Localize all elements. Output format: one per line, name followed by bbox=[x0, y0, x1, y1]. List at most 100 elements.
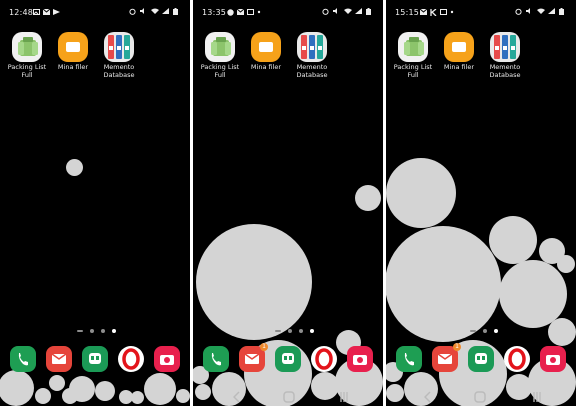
bubble[interactable] bbox=[131, 391, 144, 404]
hangouts-app-icon[interactable] bbox=[82, 346, 108, 372]
mail-icon bbox=[420, 9, 427, 15]
folder-icon bbox=[444, 32, 474, 62]
phone-app-icon[interactable] bbox=[10, 346, 36, 372]
camera-app-icon[interactable] bbox=[347, 346, 373, 372]
dock bbox=[0, 346, 190, 372]
bubble[interactable] bbox=[144, 373, 176, 405]
memento-database-icon bbox=[297, 32, 327, 62]
status-time: 15:15 bbox=[395, 8, 420, 17]
bubble[interactable] bbox=[196, 224, 312, 340]
phone-app-icon[interactable] bbox=[203, 346, 229, 372]
home-icon[interactable] bbox=[474, 388, 486, 406]
bubble[interactable] bbox=[355, 185, 381, 211]
app-packing-list[interactable]: Packing List Full bbox=[5, 32, 49, 79]
bubble[interactable] bbox=[95, 381, 115, 401]
app-label: Memento Database bbox=[103, 63, 135, 79]
mail-icon bbox=[43, 9, 50, 15]
memento-database-icon bbox=[490, 32, 520, 62]
app-mina-filer[interactable]: Mina filer bbox=[244, 32, 288, 72]
wifi-icon bbox=[537, 8, 545, 14]
battery-icon bbox=[366, 8, 373, 15]
alarm-icon bbox=[322, 8, 329, 15]
app-memento-database[interactable]: Memento Database bbox=[97, 32, 141, 79]
hangouts-app-icon[interactable] bbox=[468, 346, 494, 372]
signal-icon bbox=[162, 8, 169, 14]
opera-browser-icon[interactable] bbox=[504, 346, 530, 372]
app-label: Packing List Full bbox=[7, 63, 47, 79]
screenshot-strip: 12:48 Packing List Full Mina filer Memen… bbox=[0, 0, 576, 406]
page-dot bbox=[90, 329, 94, 333]
phone-screen-2: 13:35 Packing List Full Mina filer Memen… bbox=[193, 0, 383, 406]
dock: 1 bbox=[386, 343, 576, 372]
recents-icon[interactable] bbox=[532, 388, 542, 406]
page-indicator bbox=[275, 328, 314, 334]
bubble[interactable] bbox=[386, 158, 456, 228]
home-icon[interactable] bbox=[283, 388, 295, 406]
hangouts-app-icon[interactable] bbox=[275, 346, 301, 372]
packing-list-icon bbox=[205, 32, 235, 62]
page-dot-active bbox=[494, 329, 498, 333]
bubble[interactable] bbox=[548, 318, 576, 346]
folder-icon bbox=[58, 32, 88, 62]
sync-icon bbox=[227, 9, 234, 16]
bubble[interactable] bbox=[557, 255, 575, 273]
app-label: Mina filer bbox=[250, 63, 282, 71]
mail-icon bbox=[237, 9, 244, 15]
status-bar: 15:15 bbox=[386, 0, 576, 24]
app-packing-list[interactable]: Packing List Full bbox=[391, 32, 435, 79]
notification-k-icon bbox=[430, 9, 437, 16]
wifi-icon bbox=[151, 8, 159, 14]
memento-database-icon bbox=[104, 32, 134, 62]
signal-icon bbox=[548, 8, 555, 14]
mute-icon bbox=[333, 8, 340, 14]
image-icon bbox=[440, 9, 447, 15]
page-indicator bbox=[77, 328, 116, 334]
packing-list-icon bbox=[398, 32, 428, 62]
page-dot-active bbox=[310, 329, 314, 333]
bubble[interactable] bbox=[35, 388, 51, 404]
opera-browser-icon[interactable] bbox=[311, 346, 337, 372]
messages-app-icon[interactable]: 1 bbox=[432, 343, 461, 372]
status-bar: 13:35 bbox=[193, 0, 383, 24]
bubble[interactable] bbox=[386, 226, 501, 342]
camera-app-icon[interactable] bbox=[540, 346, 566, 372]
status-time: 12:48 bbox=[9, 8, 34, 17]
home-page-indicator bbox=[77, 330, 83, 332]
page-dot bbox=[288, 329, 292, 333]
bubble[interactable] bbox=[489, 216, 537, 264]
status-bar: 12:48 bbox=[0, 0, 190, 24]
messages-app-icon[interactable] bbox=[46, 346, 72, 372]
back-icon[interactable] bbox=[423, 388, 432, 406]
bubble[interactable] bbox=[66, 159, 83, 176]
bubble[interactable] bbox=[69, 376, 95, 402]
recents-icon[interactable] bbox=[339, 388, 349, 406]
battery-icon bbox=[173, 8, 180, 15]
app-memento-database[interactable]: Memento Database bbox=[483, 32, 527, 79]
bubble[interactable] bbox=[49, 375, 65, 391]
page-dot bbox=[101, 329, 105, 333]
app-label: Memento Database bbox=[489, 63, 521, 79]
page-dot-active bbox=[112, 329, 116, 333]
camera-app-icon[interactable] bbox=[154, 346, 180, 372]
bubble[interactable] bbox=[0, 370, 34, 406]
battery-icon bbox=[559, 8, 566, 15]
phone-screen-1: 12:48 Packing List Full Mina filer Memen… bbox=[0, 0, 190, 406]
phone-app-icon[interactable] bbox=[396, 346, 422, 372]
app-packing-list[interactable]: Packing List Full bbox=[198, 32, 242, 79]
bubble[interactable] bbox=[176, 389, 190, 403]
app-mina-filer[interactable]: Mina filer bbox=[437, 32, 481, 72]
image-icon bbox=[33, 9, 40, 15]
play-store-icon bbox=[53, 9, 60, 15]
opera-browser-icon[interactable] bbox=[118, 346, 144, 372]
phone-screen-3: 15:15 Packing List Full Mina filer Memen… bbox=[386, 0, 576, 406]
messages-app-icon[interactable]: 1 bbox=[239, 343, 268, 372]
packing-list-icon bbox=[12, 32, 42, 62]
page-indicator bbox=[470, 328, 498, 334]
alarm-icon bbox=[515, 8, 522, 15]
image-icon bbox=[247, 9, 254, 15]
dock: 1 bbox=[193, 343, 383, 372]
app-memento-database[interactable]: Memento Database bbox=[290, 32, 334, 79]
back-icon[interactable] bbox=[232, 388, 241, 406]
home-page-indicator bbox=[275, 330, 281, 332]
app-mina-filer[interactable]: Mina filer bbox=[51, 32, 95, 72]
